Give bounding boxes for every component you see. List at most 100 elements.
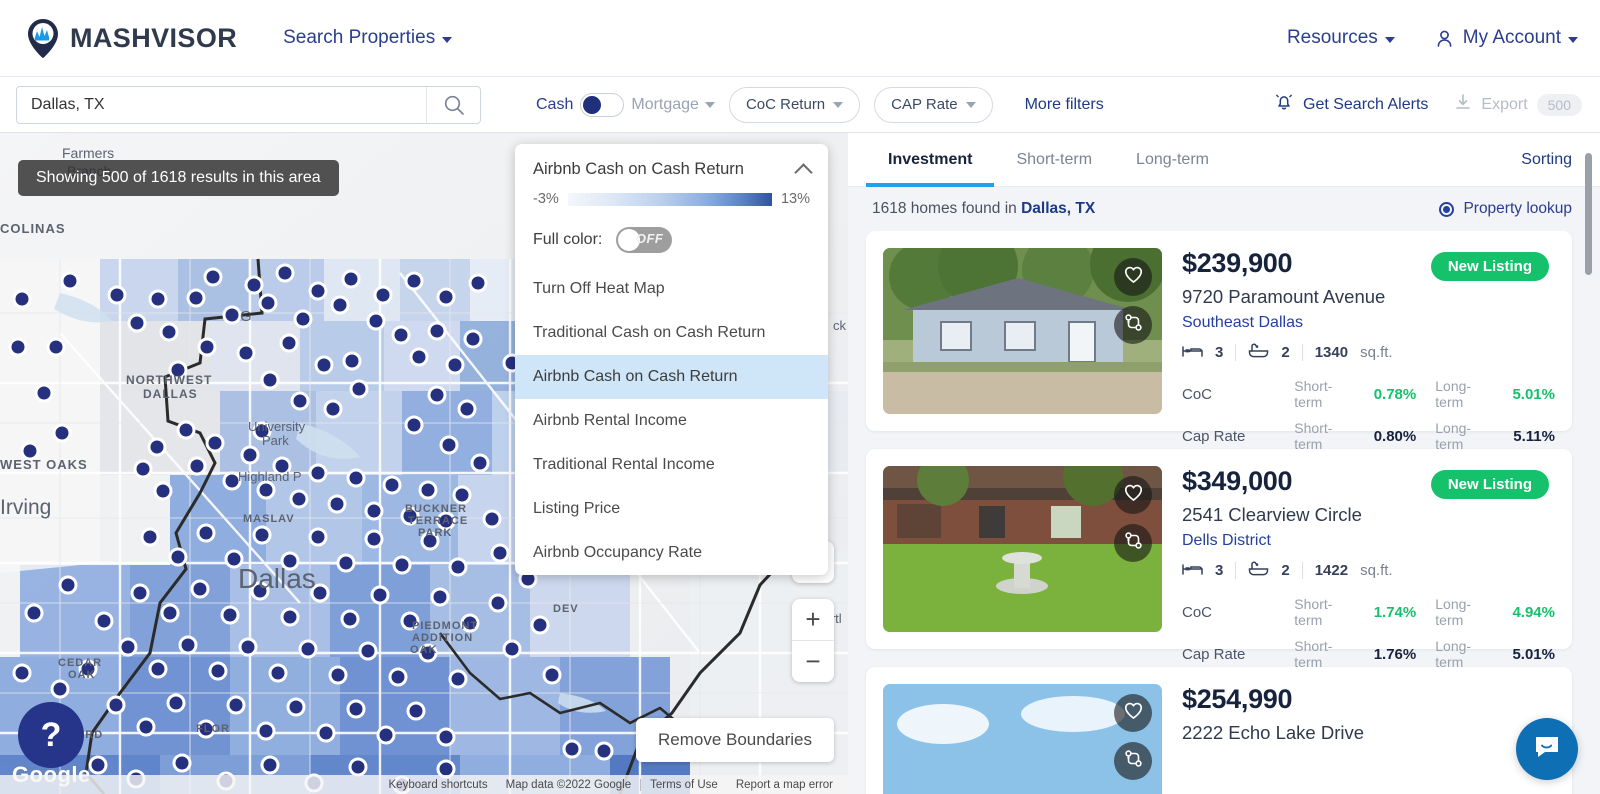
beds-count: 3 bbox=[1215, 562, 1224, 579]
user-icon bbox=[1435, 29, 1454, 48]
scale-gradient bbox=[567, 192, 772, 206]
results-tabs[interactable]: Investment Short-term Long-term Sorting bbox=[848, 133, 1600, 187]
property-metrics: CoC Short-term 1.74% Long-term 4.94% Cap Rate… bbox=[1182, 596, 1555, 670]
property-thumbnail[interactable] bbox=[883, 466, 1162, 632]
metric-name: Cap Rate bbox=[1182, 427, 1246, 445]
cash-mortgage-switch[interactable] bbox=[580, 92, 625, 117]
chat-support-button[interactable] bbox=[1516, 718, 1578, 780]
property-thumbnail[interactable] bbox=[883, 248, 1162, 414]
location-search-box[interactable] bbox=[16, 85, 481, 124]
property-card[interactable]: $239,900 New Listing 9720 Paramount Avenue… bbox=[866, 231, 1572, 452]
metric-row: CoC Short-term 0.78% Long-term 5.01% bbox=[1182, 378, 1555, 410]
zoom-in-button[interactable]: + bbox=[792, 599, 834, 640]
status-badge: New Listing bbox=[1430, 470, 1549, 499]
cap-rate-label: CAP Rate bbox=[891, 96, 958, 113]
get-search-alerts-button[interactable]: Get Search Alerts bbox=[1274, 92, 1428, 117]
property-neighborhood[interactable]: Southeast Dallas bbox=[1182, 314, 1555, 332]
keyboard-shortcuts-link[interactable]: Keyboard shortcuts bbox=[380, 779, 497, 791]
spec-divider bbox=[1301, 344, 1303, 361]
compare-arrows-icon bbox=[1123, 312, 1144, 338]
heat-map-option[interactable]: Traditional Cash on Cash Return bbox=[515, 311, 828, 355]
results-scrollbar[interactable] bbox=[1585, 153, 1592, 275]
chevron-up-icon[interactable] bbox=[794, 162, 813, 182]
heat-map-options-list[interactable]: Turn Off Heat Map Traditional Cash on Cas… bbox=[515, 267, 828, 575]
compare-button[interactable] bbox=[1114, 742, 1152, 780]
heat-map-option[interactable]: Traditional Rental Income bbox=[515, 443, 828, 487]
property-lookup-toggle[interactable]: Property lookup bbox=[1439, 200, 1572, 218]
property-specs: 3 2 1340 sq.ft. bbox=[1182, 343, 1555, 362]
heart-icon bbox=[1123, 700, 1144, 726]
nav-my-account[interactable]: My Account bbox=[1435, 27, 1578, 49]
tab-investment[interactable]: Investment bbox=[866, 133, 995, 187]
metric-long-term-label: Long-term bbox=[1435, 378, 1472, 410]
nav-resources[interactable]: Resources bbox=[1287, 27, 1395, 49]
main-content: FarmersBranchCOLINASNORTHWESTDALLASUnive… bbox=[0, 133, 1600, 794]
favorite-button[interactable] bbox=[1114, 694, 1152, 732]
tab-short-term[interactable]: Short-term bbox=[994, 133, 1114, 186]
metric-name: CoC bbox=[1182, 603, 1213, 621]
more-filters-button[interactable]: More filters bbox=[1025, 96, 1104, 114]
heat-map-option[interactable]: Airbnb Cash on Cash Return bbox=[515, 355, 828, 399]
metric-long-term-value: 5.01% bbox=[1512, 645, 1555, 663]
map-panel[interactable]: FarmersBranchCOLINASNORTHWESTDALLASUnive… bbox=[0, 133, 848, 794]
search-input[interactable] bbox=[17, 86, 426, 123]
map-zoom-controls[interactable]: + − bbox=[792, 599, 834, 682]
report-map-error-link[interactable]: Report a map error bbox=[727, 779, 842, 791]
compare-arrows-icon bbox=[1123, 748, 1144, 774]
metric-name: Cap Rate bbox=[1182, 645, 1246, 663]
help-button[interactable]: ? bbox=[18, 702, 84, 768]
metric-short-term-value: 0.78% bbox=[1373, 385, 1417, 403]
metric-row: CoC Short-term 1.74% Long-term 4.94% bbox=[1182, 596, 1555, 628]
cap-rate-filter[interactable]: CAP Rate bbox=[874, 86, 993, 123]
filter-bar: Cash Mortgage CoC Return CAP Rate More f… bbox=[0, 77, 1600, 133]
heat-map-option[interactable]: Listing Price bbox=[515, 487, 828, 531]
property-thumbnail[interactable] bbox=[883, 684, 1162, 794]
terms-of-use-link[interactable]: Terms of Use bbox=[641, 779, 727, 791]
brand-logo[interactable]: MASHVISOR bbox=[24, 18, 237, 58]
property-card[interactable]: $254,990 2222 Echo Lake Drive bbox=[866, 667, 1572, 794]
property-specs: 3 2 1422 sq.ft. bbox=[1182, 561, 1555, 580]
compare-button[interactable] bbox=[1114, 306, 1152, 344]
homes-found-location[interactable]: Dallas, TX bbox=[1021, 200, 1095, 217]
metric-long-term-label: Long-term bbox=[1435, 596, 1472, 628]
compare-button[interactable] bbox=[1114, 524, 1152, 562]
heat-map-option[interactable]: Airbnb Rental Income bbox=[515, 399, 828, 443]
tab-long-term[interactable]: Long-term bbox=[1114, 133, 1231, 186]
sqft-value: 1340 bbox=[1314, 344, 1349, 361]
status-badge: New Listing bbox=[1430, 252, 1549, 281]
property-neighborhood[interactable]: Dells District bbox=[1182, 532, 1555, 550]
metric-long-term-value: 5.01% bbox=[1512, 385, 1555, 403]
favorite-button[interactable] bbox=[1114, 476, 1152, 514]
metric-short-term-label: Short-term bbox=[1294, 596, 1333, 628]
property-card[interactable]: $349,000 New Listing 2541 Clearview Circle… bbox=[866, 449, 1572, 670]
export-button[interactable]: Export 500 bbox=[1454, 93, 1582, 116]
heat-map-option[interactable]: Turn Off Heat Map bbox=[515, 267, 828, 311]
coc-return-filter[interactable]: CoC Return bbox=[728, 86, 861, 123]
mortgage-dropdown[interactable]: Mortgage bbox=[631, 96, 715, 114]
heat-map-panel[interactable]: Airbnb Cash on Cash Return -3% 13% Full … bbox=[515, 144, 828, 575]
zoom-out-button[interactable]: − bbox=[792, 641, 834, 682]
baths-count: 2 bbox=[1281, 344, 1290, 361]
chevron-down-icon bbox=[442, 36, 453, 43]
search-icon[interactable] bbox=[426, 86, 480, 123]
full-color-toggle[interactable]: OFF bbox=[616, 227, 673, 253]
property-card-list[interactable]: $239,900 New Listing 9720 Paramount Avenue… bbox=[848, 231, 1600, 794]
scale-max-label: 13% bbox=[780, 191, 810, 207]
metric-row: Cap Rate Short-term 1.76% Long-term 5.01% bbox=[1182, 638, 1555, 670]
homes-found-prefix: 1618 homes found in bbox=[872, 200, 1022, 217]
baths-count: 2 bbox=[1281, 562, 1290, 579]
nav-search-properties[interactable]: Search Properties bbox=[283, 27, 453, 49]
heat-map-title: Airbnb Cash on Cash Return bbox=[533, 160, 744, 178]
metric-short-term-label: Short-term bbox=[1294, 420, 1333, 452]
remove-boundaries-button[interactable]: Remove Boundaries bbox=[635, 718, 834, 762]
results-summary-row: 1618 homes found in Dallas, TX Property … bbox=[848, 187, 1600, 231]
favorite-button[interactable] bbox=[1114, 258, 1152, 296]
beds-count: 3 bbox=[1215, 344, 1224, 361]
sqft-unit: sq.ft. bbox=[1360, 562, 1393, 579]
nav-resources-label: Resources bbox=[1286, 27, 1378, 48]
heat-map-option[interactable]: Airbnb Occupancy Rate bbox=[515, 531, 828, 575]
brand-name: MASHVISOR bbox=[70, 22, 238, 53]
heat-map-panel-header[interactable]: Airbnb Cash on Cash Return bbox=[515, 144, 828, 187]
compare-arrows-icon bbox=[1123, 530, 1144, 556]
spec-divider bbox=[1235, 562, 1237, 579]
